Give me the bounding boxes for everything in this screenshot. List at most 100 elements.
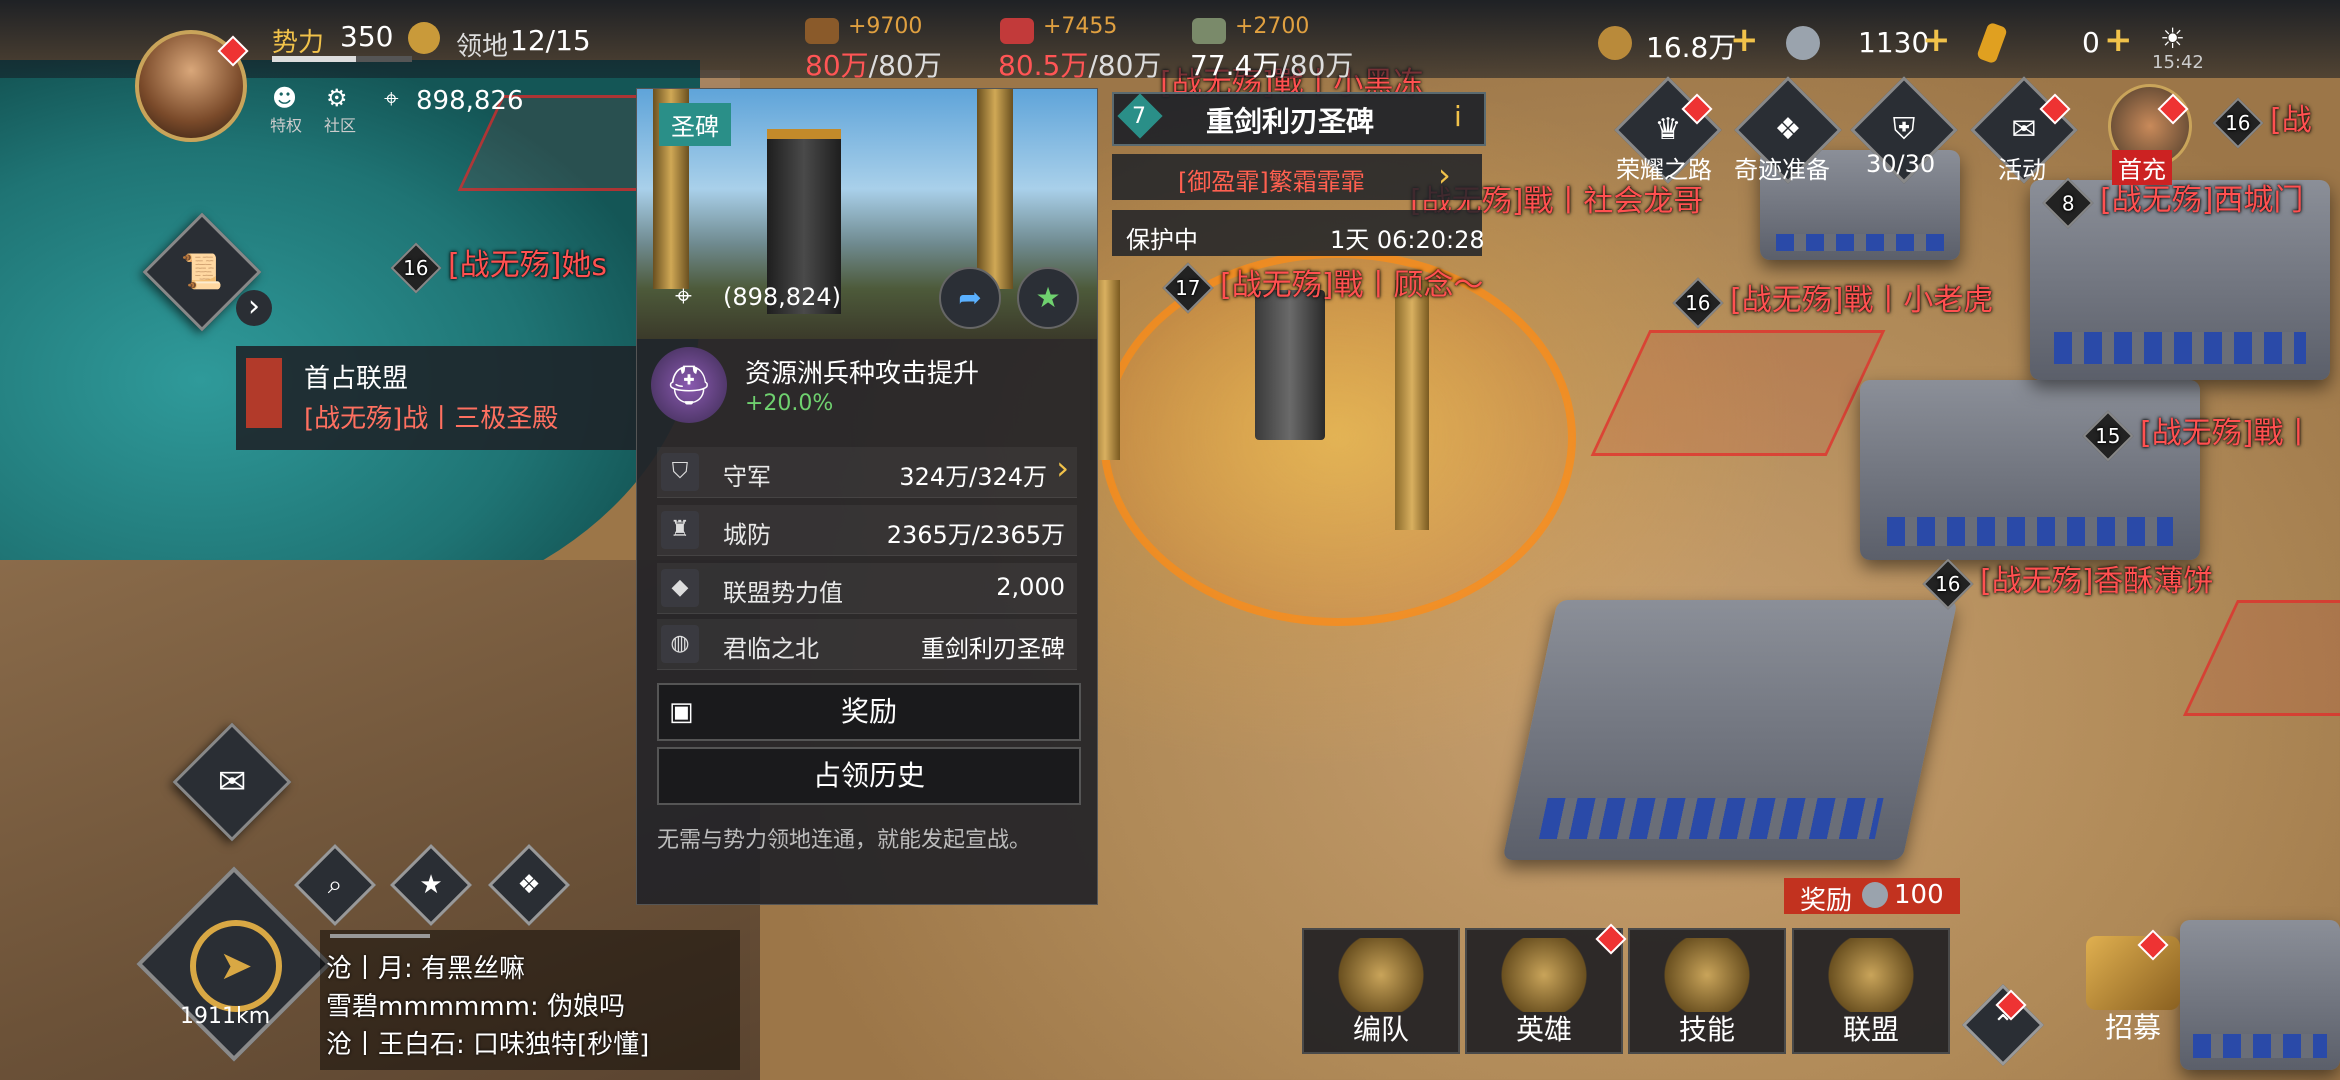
clock: 15:42 bbox=[2152, 52, 2204, 73]
row-value: 324万/324万 bbox=[899, 463, 1047, 491]
resource-gain: +2700 bbox=[1235, 14, 1310, 39]
spartan-helmet-icon: ⛑ bbox=[651, 347, 727, 423]
map-city-label[interactable]: 15 [战无殇]戰丨 bbox=[2082, 408, 2313, 462]
map-city-label[interactable]: 17 [战无殇]戰丨顾念～ bbox=[1162, 260, 1484, 314]
buff-title: 资源洲兵种攻击提升 bbox=[745, 359, 980, 389]
flag-icon bbox=[1334, 938, 1428, 1012]
city-name: [战无殇]戰丨顾念～ bbox=[1220, 268, 1484, 303]
alliance-power-row: ◆ 联盟势力值 2,000 bbox=[657, 563, 1077, 614]
distance-readout: 1911km bbox=[180, 1004, 271, 1029]
globe-icon: ◍ bbox=[661, 625, 699, 663]
buff-value: +20.0% bbox=[745, 391, 834, 416]
resource-gain: +7455 bbox=[1043, 14, 1118, 39]
row-label: 守军 bbox=[723, 463, 771, 491]
row-label: 联盟势力值 bbox=[723, 579, 843, 607]
row-value: 2365万/2365万 bbox=[886, 521, 1065, 549]
monument-tower[interactable] bbox=[1255, 290, 1325, 440]
favorite-star-button[interactable]: ★ bbox=[1017, 267, 1079, 329]
resource-amount[interactable]: 80万/80万 bbox=[805, 44, 942, 84]
target-owner-row[interactable]: [御盈霏]繁霜霏霏 › bbox=[1112, 154, 1482, 200]
chat-message: 沧丨月: 有黑丝嘛 bbox=[326, 954, 526, 984]
reward-badge-label: 奖励 bbox=[1800, 886, 1853, 916]
skill-label: 技能 bbox=[1678, 1013, 1735, 1046]
alliance-button[interactable]: 联盟 bbox=[1792, 928, 1950, 1054]
monument-info-panel: 圣碑 ⌖ (898,824) ➦ ★ ⛑ 资源洲兵种攻击提升 +20.0% ⛉ … bbox=[636, 88, 1098, 905]
city-name: [战无殇]西城门 bbox=[2100, 183, 2304, 218]
meat-icon bbox=[1000, 18, 1034, 44]
crossed-swords-icon bbox=[1660, 938, 1754, 1012]
city-name: [战无殇]戰丨小老虎 bbox=[1730, 283, 1994, 318]
monument-obelisk bbox=[1395, 280, 1429, 530]
settings-sun-icon[interactable]: ☀ bbox=[2160, 22, 2185, 55]
chat-box[interactable]: 沧丨月: 有黑丝嘛 雪碧mmmmmm: 伪娘吗 沧丨王白石: 口味独特[秒懂] bbox=[320, 930, 740, 1070]
protection-row: 保护中 1天 06:20:28 bbox=[1112, 210, 1485, 256]
chevron-right-icon[interactable]: › bbox=[236, 290, 272, 326]
city-level-badge: 8 bbox=[2042, 177, 2094, 229]
defense-row: ♜ 城防 2365万/2365万 bbox=[657, 505, 1077, 556]
row-label: 君临之北 bbox=[723, 635, 819, 663]
recruit-button[interactable]: 招募 bbox=[2056, 928, 2210, 1050]
region-row: ◍ 君临之北 重剑利刃圣碑 bbox=[657, 619, 1077, 670]
target-name: 重剑利刃圣碑 bbox=[1206, 105, 1375, 138]
alliance-banner-icon bbox=[246, 358, 282, 428]
skill-button[interactable]: 技能 bbox=[1628, 928, 1786, 1054]
privilege-label: 特权 bbox=[270, 116, 303, 135]
hero-button[interactable]: 英雄 bbox=[1465, 928, 1623, 1054]
target-header[interactable]: 7 重剑利刃圣碑 i bbox=[1112, 92, 1486, 146]
first-recharge-label: 首充 bbox=[2112, 150, 2172, 185]
territory-zone bbox=[2182, 600, 2340, 716]
wonder-prep-label: 奇迹准备 bbox=[1734, 156, 1830, 184]
reward-badge[interactable]: 奖励 100 bbox=[1784, 878, 1960, 916]
location-pin-icon: ⌖ bbox=[384, 84, 399, 114]
city-castle[interactable] bbox=[1860, 380, 2200, 560]
compass-icon: ➤ bbox=[190, 920, 282, 1012]
reward-button[interactable]: ▣ 奖励 bbox=[657, 683, 1081, 741]
silver-coin-icon bbox=[1786, 26, 1820, 60]
share-button[interactable]: ➦ bbox=[939, 267, 1001, 329]
map-city-label[interactable]: 16 [战无殇]戰丨小老虎 bbox=[1672, 275, 1994, 329]
map-city-label[interactable]: 16 [战 bbox=[2212, 95, 2312, 149]
row-value: 重剑利刃圣碑 bbox=[921, 635, 1065, 663]
map-city-label[interactable]: 8 [战无殇]西城门 bbox=[2042, 175, 2304, 229]
target-level: 7 bbox=[1132, 104, 1146, 129]
formation-button[interactable]: 编队 bbox=[1302, 928, 1460, 1054]
monument-coords[interactable]: (898,824) bbox=[723, 283, 841, 311]
first-alliance-card[interactable]: 首占联盟 [战无殇]战丨三极圣殿 bbox=[236, 346, 636, 450]
city-level-badge: 15 bbox=[2082, 410, 2134, 462]
player-coords[interactable]: 898,826 bbox=[416, 86, 524, 116]
garrison-row[interactable]: ⛉ 守军 324万/324万 › bbox=[657, 447, 1077, 498]
privilege-icon[interactable]: ☻ bbox=[272, 84, 297, 112]
panel-note: 无需与势力领地连通，就能发起宣战。 bbox=[657, 828, 1032, 853]
chevron-right-icon: › bbox=[1438, 156, 1451, 194]
monument-aura bbox=[1100, 250, 1576, 626]
reward-badge-value: 100 bbox=[1894, 880, 1944, 910]
city-level-badge: 16 bbox=[1672, 277, 1724, 329]
silver-value: 1130 bbox=[1858, 26, 1930, 59]
city-name: [战无殇]她s bbox=[448, 248, 608, 283]
territory-icon bbox=[408, 22, 440, 54]
row-value: 2,000 bbox=[996, 573, 1065, 601]
add-gold-button[interactable]: + bbox=[1730, 20, 1759, 60]
resource-gain: +9700 bbox=[848, 14, 923, 39]
resource-amount[interactable]: 77.4万/80万 bbox=[1190, 44, 1353, 84]
community-icon[interactable]: ⚙ bbox=[326, 84, 348, 112]
location-pin-icon: ⌖ bbox=[675, 279, 692, 314]
community-label: 社区 bbox=[324, 116, 357, 135]
info-icon[interactable]: i bbox=[1454, 100, 1462, 133]
map-city-label[interactable]: 16 [战无殇]她s bbox=[390, 240, 608, 294]
city-castle[interactable] bbox=[1502, 600, 1958, 860]
add-silver-button[interactable]: + bbox=[1922, 20, 1951, 60]
city-level-badge: 16 bbox=[2212, 97, 2264, 149]
add-gem-button[interactable]: + bbox=[2104, 20, 2133, 60]
fortress-icon: ♜ bbox=[661, 511, 699, 549]
events-label: 活动 bbox=[1998, 156, 2046, 184]
chat-page-indicator bbox=[330, 934, 430, 938]
map-city-label[interactable]: 16 [战无殇]香酥薄饼 bbox=[1922, 556, 2213, 610]
wood-icon bbox=[805, 18, 839, 44]
occupation-history-button[interactable]: 占领历史 bbox=[657, 747, 1081, 805]
glory-road-label: 荣耀之路 bbox=[1616, 156, 1712, 184]
chevron-right-icon: › bbox=[1056, 449, 1069, 487]
stamina-label: 30/30 bbox=[1866, 150, 1936, 178]
silver-coin-icon bbox=[1862, 882, 1888, 908]
resource-amount[interactable]: 80.5万/80万 bbox=[998, 44, 1161, 84]
